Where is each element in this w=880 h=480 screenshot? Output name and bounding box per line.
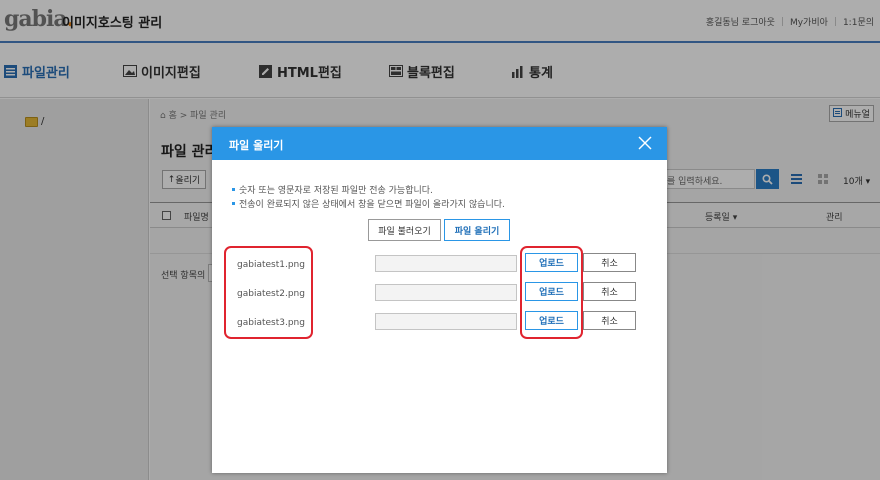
file-cancel-button[interactable]: 취소	[583, 282, 636, 301]
bullet-icon	[232, 202, 235, 205]
notice-item: 숫자 또는 영문자로 저장된 파일만 전송 가능합니다.	[232, 183, 433, 196]
highlight-box	[224, 246, 313, 339]
load-files-button[interactable]: 파일 불러오기	[368, 219, 441, 241]
bullet-icon	[232, 188, 235, 191]
upload-progress-bar	[375, 255, 517, 272]
upload-progress-bar	[375, 284, 517, 301]
dialog-header: 파일 올리기	[212, 127, 667, 160]
upload-files-button[interactable]: 파일 올리기	[444, 219, 510, 241]
upload-dialog: 파일 올리기 숫자 또는 영문자로 저장된 파일만 전송 가능합니다. 전송이 …	[212, 127, 667, 473]
upload-progress-bar	[375, 313, 517, 330]
dialog-title: 파일 올리기	[229, 139, 284, 152]
file-cancel-button[interactable]: 취소	[583, 253, 636, 272]
notice-item: 전송이 완료되지 않은 상태에서 창을 닫으면 파일이 올라가지 않습니다.	[232, 197, 505, 210]
highlight-box	[520, 246, 583, 339]
file-cancel-button[interactable]: 취소	[583, 311, 636, 330]
close-icon	[638, 136, 652, 150]
close-button[interactable]	[637, 135, 653, 151]
